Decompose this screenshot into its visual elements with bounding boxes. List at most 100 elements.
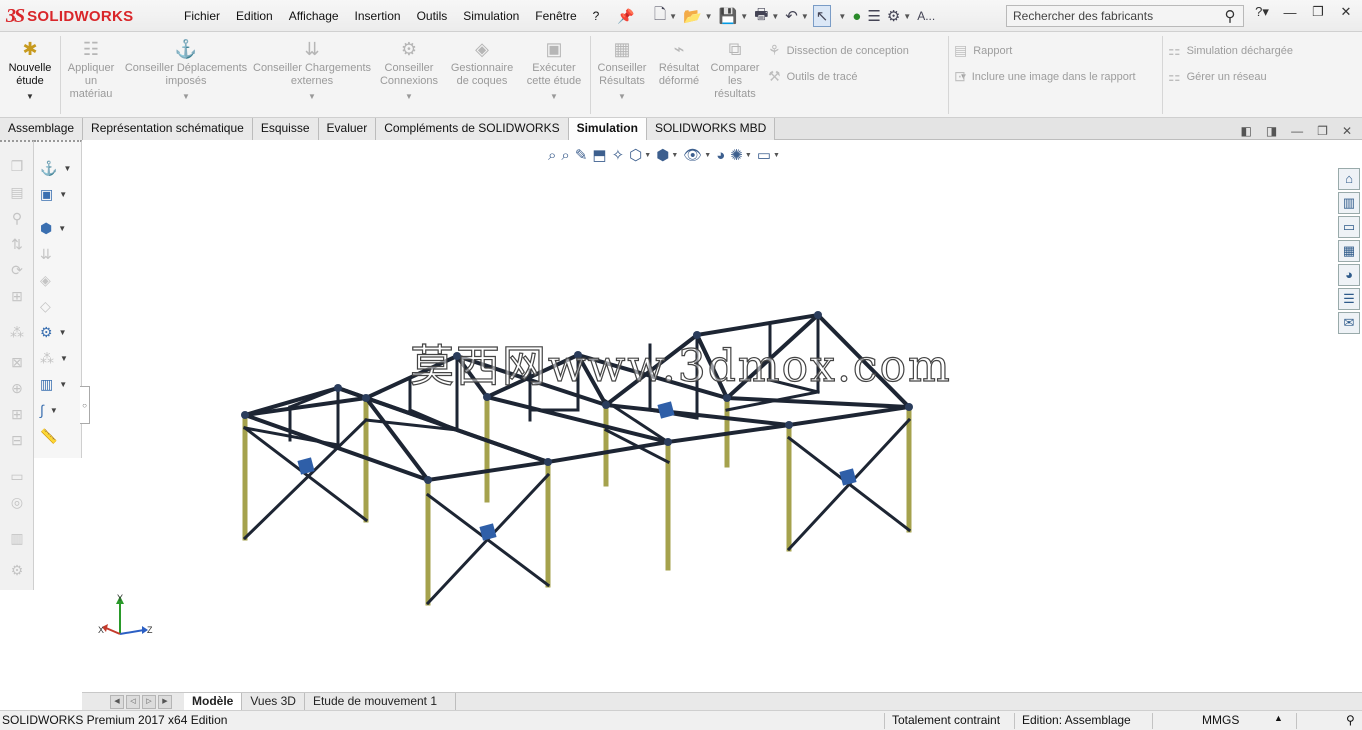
section-view-icon[interactable]: ⬒ — [592, 146, 606, 164]
new-part-icon[interactable]: ▭ — [8, 468, 26, 486]
prev-tab-icon[interactable]: ◁ — [126, 694, 140, 709]
tab-modele[interactable]: Modèle — [184, 692, 243, 711]
advise-connections-button[interactable]: ⚙ Conseiller Connexions ▼ — [374, 38, 444, 103]
joint-6[interactable] — [483, 393, 491, 401]
interference-icon[interactable]: ⊕ — [8, 380, 26, 398]
menu-simulation[interactable]: Simulation — [455, 0, 527, 32]
menu-insertion[interactable]: Insertion — [347, 0, 409, 32]
joint-12[interactable] — [905, 403, 913, 411]
close-icon[interactable]: ✕ — [1334, 4, 1358, 20]
options-button[interactable]: ⚙ ▼ — [885, 5, 913, 27]
clearance-icon[interactable]: ⊞ — [8, 406, 26, 424]
pin-menu-icon[interactable]: 📌 — [607, 8, 644, 25]
first-tab-icon[interactable]: ◀ — [110, 694, 124, 709]
fixtures-tool[interactable]: ⚓ ▼ — [40, 158, 76, 178]
apply-material-button[interactable]: ☷ Appliquer un matériau — [62, 38, 120, 101]
joint-4[interactable] — [544, 458, 552, 466]
apply-scene-icon[interactable]: ✺ ▼ — [730, 146, 752, 164]
pattern-icon[interactable]: ⁂ — [8, 324, 26, 342]
display-style-icon[interactable]: ⬢ ▼ — [656, 146, 678, 164]
units-selector[interactable]: MMGS — [1202, 713, 1239, 727]
select-dropdown[interactable]: ▼ — [833, 5, 848, 27]
custom-properties-icon[interactable]: ☰ — [1338, 288, 1360, 310]
tab-simulation[interactable]: Simulation — [568, 118, 647, 140]
joint-11[interactable] — [814, 311, 822, 319]
menu-help[interactable]: ? — [585, 0, 608, 32]
assembly-icon[interactable]: ❒ — [8, 158, 26, 176]
menu-edition[interactable]: Edition — [228, 0, 281, 32]
doc-close-icon[interactable]: ✕ — [1342, 124, 1352, 138]
new-study-button[interactable]: ✱ Nouvelle étude ▼ — [6, 38, 54, 103]
tab-representation-schematique[interactable]: Représentation schématique — [83, 118, 253, 140]
deformed-result-button[interactable]: ⌁ Résultat déformé — [652, 38, 706, 88]
rotate-component-icon[interactable]: ⟳ — [8, 262, 26, 280]
gusset-plate-1[interactable] — [479, 523, 497, 541]
dynamic-annotation-icon[interactable]: ✧ — [612, 146, 625, 164]
doc-restore-icon[interactable]: ❐ — [1317, 124, 1328, 138]
previous-view-icon[interactable]: ✎ — [575, 146, 588, 164]
joint-3[interactable] — [424, 476, 432, 484]
joint-10[interactable] — [723, 394, 731, 402]
sensor-tool[interactable]: ▥ ▼ — [40, 374, 76, 394]
solidworks-logo[interactable]: 3S SOLIDWORKS — [6, 3, 156, 29]
smart-fastener-icon[interactable]: ⊞ — [8, 288, 26, 306]
user-button[interactable]: A... — [915, 5, 937, 27]
joint-0[interactable] — [241, 411, 249, 419]
tab-vues-3d[interactable]: Vues 3D — [242, 692, 305, 711]
search-input[interactable]: Rechercher des fabricants — [1007, 9, 1217, 23]
forum-icon[interactable]: ✉ — [1338, 312, 1360, 334]
units-dropdown-icon[interactable]: ▲ — [1274, 713, 1283, 723]
help-icon[interactable]: ?▾ — [1250, 4, 1274, 20]
appearances-icon[interactable]: ◕ — [1338, 264, 1360, 286]
joint-8[interactable] — [602, 401, 610, 409]
tab-etude-mouvement[interactable]: Etude de mouvement 1 — [305, 692, 457, 711]
gusset-plate-2[interactable] — [839, 468, 857, 486]
open-button[interactable]: 📂 ▼ — [681, 5, 715, 27]
joints-tool[interactable]: ⁂ ▼ — [40, 348, 76, 368]
graphics-area[interactable] — [82, 140, 1338, 692]
print-button[interactable]: 🖶 ▼ — [752, 5, 781, 27]
status-help-icon[interactable]: ⚲ — [1346, 713, 1355, 727]
report-button[interactable]: ▤ Rapport — [954, 42, 1012, 59]
save-button[interactable]: 💾 ▼ — [717, 5, 751, 27]
next-doc-icon[interactable]: ◨ — [1266, 124, 1277, 138]
reference-geometry-icon[interactable]: ⊟ — [8, 432, 26, 450]
advise-loads-button[interactable]: ⇊ Conseiller Chargements externes ▼ — [252, 38, 372, 103]
plot-tools-button[interactable]: ⚒ Outils de tracé ▼ — [768, 68, 967, 85]
file-properties-button[interactable]: ☰ — [865, 5, 882, 27]
joint-1[interactable] — [334, 384, 342, 392]
joint-13[interactable] — [785, 421, 793, 429]
hole-series-icon[interactable]: ◎ — [8, 494, 26, 512]
manage-network-button[interactable]: ⚏ Gérer un réseau — [1168, 68, 1267, 85]
previous-doc-icon[interactable]: ◧ — [1240, 124, 1251, 138]
menu-affichage[interactable]: Affichage — [281, 0, 347, 32]
ruler-tool[interactable]: 📏 — [40, 426, 76, 446]
explode-icon[interactable]: ⊠ — [8, 354, 26, 372]
tab-assemblage[interactable]: Assemblage — [0, 118, 84, 140]
design-insight-button[interactable]: ⚘ Dissection de conception — [768, 42, 909, 59]
run-tool[interactable]: ⚙ ▼ — [40, 322, 76, 342]
rafter-24[interactable] — [786, 404, 912, 428]
move-component-icon[interactable]: ⇅ — [8, 236, 26, 254]
tab-evaluer[interactable]: Evaluer — [318, 118, 377, 140]
zoom-to-fit-icon[interactable]: ⌕ — [548, 147, 556, 164]
search-icon[interactable]: ⚲ — [1217, 7, 1243, 25]
view-palette-icon[interactable]: ▦ — [1338, 240, 1360, 262]
spring-tool[interactable]: ∫ ▼ — [40, 400, 76, 420]
select-button[interactable]: ↖ — [812, 5, 832, 27]
edit-appearance-icon[interactable]: ◕ — [716, 147, 725, 164]
x-brace-0[interactable] — [242, 425, 369, 523]
tab-esquisse[interactable]: Esquisse — [252, 118, 319, 140]
search-box[interactable]: Rechercher des fabricants ⚲ — [1006, 5, 1244, 27]
tab-complements[interactable]: Compléments de SOLIDWORKS — [376, 118, 569, 140]
bom-icon[interactable]: ▥ — [8, 530, 26, 548]
advise-results-button[interactable]: ▦ Conseiller Résultats ▼ — [592, 38, 652, 103]
x-brace-5[interactable] — [786, 417, 912, 552]
joint-2[interactable] — [362, 394, 370, 402]
view-settings-icon[interactable]: ▭ ▼ — [757, 146, 780, 164]
view-orientation-icon[interactable]: ⬡ ▼ — [629, 146, 651, 164]
shell-manager-button[interactable]: ◈ Gestionnaire de coques — [446, 38, 518, 88]
doc-minimize-icon[interactable]: — — [1291, 124, 1303, 138]
new-document-button[interactable]: 🗋 ▼ — [652, 5, 679, 27]
truss-frame-model[interactable] — [82, 140, 1338, 692]
